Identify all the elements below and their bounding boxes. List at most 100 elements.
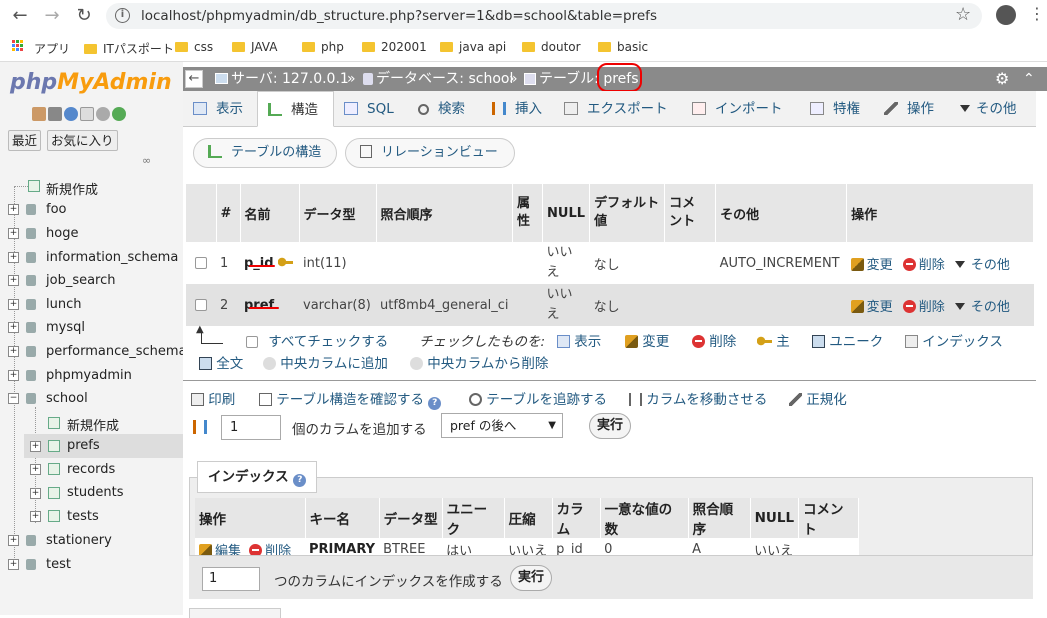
check-all-checkbox[interactable] xyxy=(246,336,258,348)
bookmark-java[interactable]: JAVA xyxy=(232,40,277,54)
address-bar[interactable]: i localhost/phpmyadmin/db_structure.php?… xyxy=(106,3,982,29)
propose-structure-link[interactable]: テーブル構造を確認する ? xyxy=(259,388,442,410)
tree-db-lunch[interactable]: lunch xyxy=(46,297,81,312)
expand-icon[interactable]: + xyxy=(8,346,19,357)
expand-icon[interactable]: + xyxy=(8,204,19,215)
expand-icon[interactable]: + xyxy=(8,252,19,263)
back-icon[interactable]: ← xyxy=(8,4,32,28)
tab-import[interactable]: インポート xyxy=(682,91,800,127)
bookmark-doutor[interactable]: doutor xyxy=(522,40,581,54)
tab-export[interactable]: エクスポート xyxy=(554,91,682,127)
bookmark-202001[interactable]: 202001 xyxy=(362,40,427,54)
bookmark-apps[interactable]: アプリ xyxy=(34,40,70,57)
edit-column-link[interactable]: 変更 xyxy=(850,257,893,273)
col-header-attributes[interactable]: 属性 xyxy=(512,184,544,242)
bulk-browse-button[interactable]: 表示 xyxy=(557,330,601,350)
add-column-count-input[interactable]: 1 xyxy=(221,415,281,440)
home-icon[interactable] xyxy=(32,106,46,121)
bookmark-java-api[interactable]: java api xyxy=(440,40,506,54)
bookmark-css[interactable]: css xyxy=(175,40,213,54)
logout-icon[interactable] xyxy=(48,106,62,121)
tree-db-test[interactable]: test xyxy=(46,557,71,572)
tab-insert[interactable]: 挿入 xyxy=(482,91,554,127)
forward-icon[interactable]: → xyxy=(40,4,64,28)
bookmark-basic[interactable]: basic xyxy=(598,40,648,54)
tree-table-tests[interactable]: tests xyxy=(67,509,99,524)
tree-table-students[interactable]: students xyxy=(67,485,123,500)
tree-db-phpmyadmin[interactable]: phpmyadmin xyxy=(46,368,132,383)
create-index-go-button[interactable]: 実行 xyxy=(510,565,552,591)
tree-new[interactable]: 新規作成 xyxy=(46,179,98,198)
subtab-table-structure[interactable]: テーブルの構造 xyxy=(193,138,337,168)
subtab-relation-view[interactable]: リレーションビュー xyxy=(345,138,515,168)
tree-db-information-schema[interactable]: information_schema xyxy=(46,250,178,265)
col-header-collation[interactable]: 照合順序 xyxy=(376,184,514,242)
expand-icon[interactable]: + xyxy=(8,535,19,546)
settings-gear-icon[interactable]: ⚙ xyxy=(995,67,1009,91)
expand-icon[interactable]: + xyxy=(8,370,19,381)
move-columns-link[interactable]: カラムを移動させる xyxy=(629,388,767,408)
tab-search[interactable]: 検索 xyxy=(408,91,482,127)
bookmark-php[interactable]: php xyxy=(302,40,344,54)
track-table-link[interactable]: テーブルを追跡する xyxy=(469,388,607,408)
expand-icon[interactable]: + xyxy=(8,275,19,286)
bulk-unique-button[interactable]: ユニーク xyxy=(812,330,883,350)
favorites-button[interactable]: お気に入り xyxy=(47,130,118,151)
add-column-go-button[interactable]: 実行 xyxy=(589,413,631,439)
info-icon[interactable]: i xyxy=(115,8,130,23)
expand-icon[interactable]: + xyxy=(30,441,41,452)
row-checkbox[interactable] xyxy=(195,299,207,311)
bulk-primary-button[interactable]: 主 xyxy=(757,330,790,350)
bulk-add-central-button[interactable]: 中央カラムに追加 xyxy=(263,352,388,372)
col-header-name[interactable]: 名前 xyxy=(240,184,300,242)
expand-icon[interactable]: + xyxy=(30,511,41,522)
col-header-type[interactable]: データ型 xyxy=(299,184,377,242)
help-icon[interactable] xyxy=(64,106,78,121)
tree-table-records[interactable]: records xyxy=(67,462,115,477)
phpmyadmin-logo[interactable]: phpMyAdmin xyxy=(10,70,172,95)
tree-table-prefs[interactable]: prefs xyxy=(67,438,100,453)
create-index-count-input[interactable]: 1 xyxy=(202,567,260,591)
collapse-icon[interactable]: − xyxy=(8,393,19,404)
account-icon[interactable] xyxy=(996,5,1016,25)
tree-db-hoge[interactable]: hoge xyxy=(46,226,78,241)
tree-db-stationery[interactable]: stationery xyxy=(46,533,112,548)
expand-icon[interactable]: + xyxy=(8,559,19,570)
tab-sql[interactable]: SQL xyxy=(334,91,408,127)
expand-icon[interactable]: + xyxy=(30,464,41,475)
edit-column-link[interactable]: 変更 xyxy=(850,299,893,315)
recent-button[interactable]: 最近 xyxy=(8,130,42,151)
tab-browse[interactable]: 表示 xyxy=(183,91,257,127)
bulk-change-button[interactable]: 変更 xyxy=(625,330,669,350)
row-checkbox[interactable] xyxy=(195,257,207,269)
add-column-position-select[interactable]: pref の後へ ▼ xyxy=(441,413,563,438)
tree-db-performance-schema[interactable]: performance_schema xyxy=(46,344,187,359)
drop-column-link[interactable]: 削除 xyxy=(902,257,945,273)
tree-school-new[interactable]: 新規作成 xyxy=(67,415,119,434)
bulk-index-button[interactable]: インデックス xyxy=(905,330,1003,350)
info-icon[interactable]: ? xyxy=(293,474,307,487)
tree-db-school[interactable]: school xyxy=(46,391,88,406)
settings-icon[interactable] xyxy=(96,106,110,121)
drop-column-link[interactable]: 削除 xyxy=(902,299,945,315)
link-icon[interactable]: ∞ xyxy=(142,154,151,167)
bulk-drop-button[interactable]: 削除 xyxy=(692,330,736,350)
tree-db-job-search[interactable]: job_search xyxy=(46,273,116,288)
tab-more[interactable]: その他 xyxy=(950,91,1036,127)
col-header-default[interactable]: デフォルト値 xyxy=(589,184,666,242)
breadcrumb-server[interactable]: サーバ: 127.0.0.1 xyxy=(231,67,349,91)
bookmark-star-icon[interactable]: ☆ xyxy=(955,4,971,25)
col-header-null[interactable]: NULL xyxy=(542,184,591,242)
expand-icon[interactable]: + xyxy=(8,228,19,239)
expand-icon[interactable]: + xyxy=(8,322,19,333)
more-menu-icon[interactable]: ⋮ xyxy=(1029,4,1045,24)
bulk-fulltext-button[interactable]: 全文 xyxy=(199,352,243,372)
col-header-extra[interactable]: その他 xyxy=(715,184,848,242)
expand-icon[interactable]: + xyxy=(30,488,41,499)
tab-structure[interactable]: 構造 xyxy=(257,91,334,127)
check-all[interactable]: すべてチェックする xyxy=(246,330,388,350)
reload-nav-icon[interactable] xyxy=(112,106,126,121)
print-link[interactable]: 印刷 xyxy=(191,388,235,408)
col-header-comment[interactable]: コメ ント xyxy=(664,184,717,242)
normalize-link[interactable]: 正規化 xyxy=(789,388,847,408)
